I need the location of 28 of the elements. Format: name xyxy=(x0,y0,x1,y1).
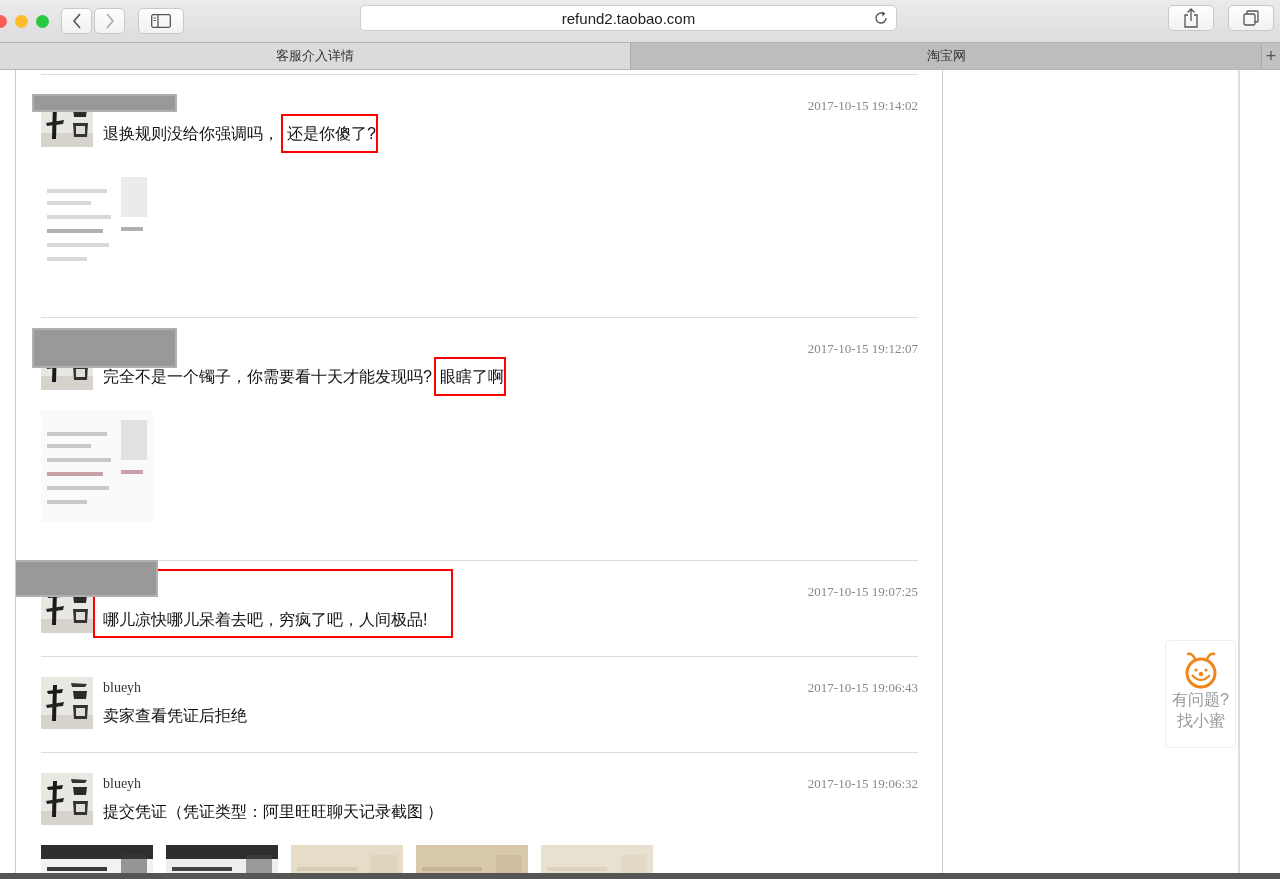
address-field[interactable]: refund2.taobao.com xyxy=(360,5,897,31)
tabs-overview-button[interactable] xyxy=(1228,5,1274,31)
highlighted-message-text: 还是你傻了? xyxy=(281,114,378,153)
chevron-left-icon xyxy=(71,13,82,29)
message-text: 提交凭证（凭证类型：阿里旺旺聊天记录截图 ） xyxy=(103,803,444,820)
message-text: 卖家查看凭证后拒绝 xyxy=(103,707,247,724)
highlighted-message-text: 眼瞎了啊 xyxy=(433,357,506,396)
help-text: 找小蜜 xyxy=(1176,711,1225,731)
timestamp: 2017-10-15 19:12:07 xyxy=(807,341,918,357)
timestamp: 2017-10-15 19:14:02 xyxy=(807,98,918,114)
timestamp: 2017-10-15 19:06:43 xyxy=(807,680,918,696)
user-name: blueyh xyxy=(103,680,142,696)
timestamp: 2017-10-15 19:07:25 xyxy=(807,584,918,600)
share-button[interactable] xyxy=(1168,5,1214,31)
chevron-right-icon xyxy=(104,13,115,29)
tabs-icon xyxy=(1243,10,1259,26)
help-text: 有问题? xyxy=(1172,690,1229,710)
message-text: 完全不是一个镯子，你需要看十天才能发现吗? xyxy=(103,368,432,385)
sidebar-button[interactable] xyxy=(138,8,184,34)
message-text: 退换规则没给你强调吗， xyxy=(103,125,279,142)
reload-icon[interactable] xyxy=(873,10,889,26)
browser-tab[interactable]: 客服介入详情 xyxy=(0,43,631,69)
share-icon xyxy=(1183,8,1199,28)
timestamp: 2017-10-15 19:06:32 xyxy=(807,776,918,792)
browser-tab[interactable]: 淘宝网 xyxy=(631,43,1262,69)
sidebar-icon xyxy=(151,14,171,28)
user-name: blueyh xyxy=(103,776,142,792)
back-button[interactable] xyxy=(61,8,92,34)
